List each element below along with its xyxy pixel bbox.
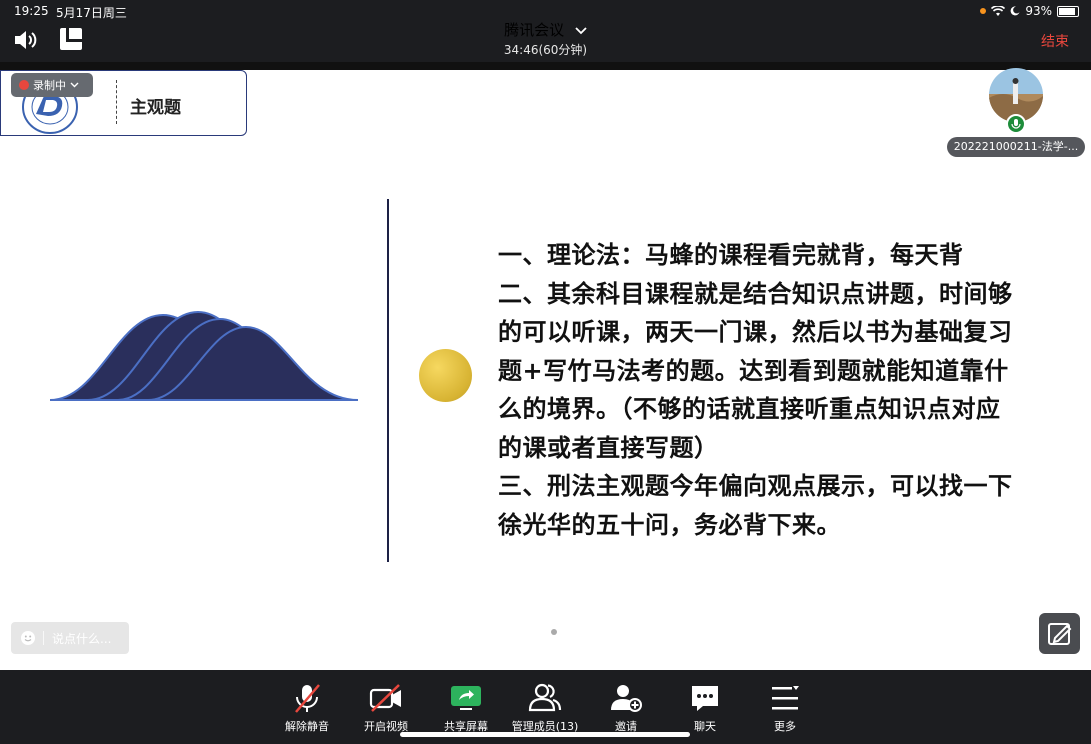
battery-percent: 93%: [1025, 4, 1052, 18]
content-line: 的课或者直接写题）: [498, 433, 719, 462]
header-divider: [116, 80, 117, 124]
more-button[interactable]: 更多: [745, 682, 825, 734]
status-time: 19:25: [14, 4, 49, 18]
mic-muted-icon: [295, 684, 320, 713]
content-line: 一、理论法：马蜂的课程看完就背，每天背: [498, 241, 964, 269]
members-icon: [528, 683, 562, 712]
edit-icon: [1048, 623, 1072, 645]
chat-icon: [692, 686, 718, 711]
recording-dot-icon: [19, 80, 29, 90]
separator: [0, 62, 1091, 70]
emoji-icon[interactable]: [21, 631, 35, 645]
meeting-title[interactable]: 腾讯会议: [0, 19, 1091, 40]
content-line: 徐光华的五十问，务必背下来。: [498, 510, 841, 539]
wifi-icon: [991, 5, 1006, 16]
privacy-dot-icon: [980, 8, 987, 14]
invite-button[interactable]: 邀请: [586, 682, 666, 734]
chevron-down-icon[interactable]: [575, 27, 587, 35]
chat-input[interactable]: 说点什么...: [11, 622, 129, 654]
share-screen-icon: [451, 686, 481, 710]
manage-members-button[interactable]: 管理成员(13): [505, 682, 585, 734]
video-off-icon: [369, 684, 401, 712]
chevron-down-icon: [70, 82, 79, 88]
start-video-button[interactable]: 开启视频: [346, 682, 426, 734]
more-icon: [772, 686, 799, 710]
battery-icon: [1057, 5, 1079, 17]
unmute-button[interactable]: 解除静音: [267, 682, 347, 734]
mic-active-icon: [1006, 114, 1026, 134]
page-indicator: [551, 629, 557, 635]
annotate-button[interactable]: [1039, 613, 1080, 654]
content-line: 的可以听课，两天一门课，然后以书为基础复习: [498, 318, 1013, 346]
status-right: 93%: [980, 4, 1079, 18]
slide-divider: [387, 199, 389, 562]
share-screen-button[interactable]: 共享屏幕: [426, 682, 506, 734]
recording-badge[interactable]: 录制中: [11, 73, 93, 97]
chat-separator: [43, 631, 44, 645]
participant-name[interactable]: 202221000211-法学-...: [947, 137, 1085, 157]
invite-icon: [611, 685, 642, 712]
decorative-curves-icon: [49, 310, 359, 401]
gold-circle-icon: [419, 349, 472, 402]
chat-placeholder: 说点什么...: [52, 631, 112, 646]
moon-icon: [1010, 6, 1020, 16]
content-line: 题+写竹马法考的题。达到看到题就能知道靠什: [498, 356, 1009, 385]
slide-title: 主观题: [130, 98, 181, 118]
home-indicator[interactable]: [400, 732, 690, 737]
chat-button[interactable]: 聊天: [665, 682, 745, 734]
content-line: 三、刑法主观题今年偏向观点展示，可以找一下: [498, 472, 1013, 500]
slide-content: 一、理论法：马蜂的课程看完就背，每天背 二、其余科目课程就是结合知识点讲题，时间…: [498, 236, 1078, 544]
meeting-duration: 34:46(60分钟): [503, 43, 588, 57]
content-line: 二、其余科目课程就是结合知识点讲题，时间够: [498, 279, 1013, 308]
end-meeting-button[interactable]: 结束: [1041, 31, 1069, 51]
content-line: 么的境界。（不够的话就直接听重点知识点对应: [498, 395, 1001, 423]
